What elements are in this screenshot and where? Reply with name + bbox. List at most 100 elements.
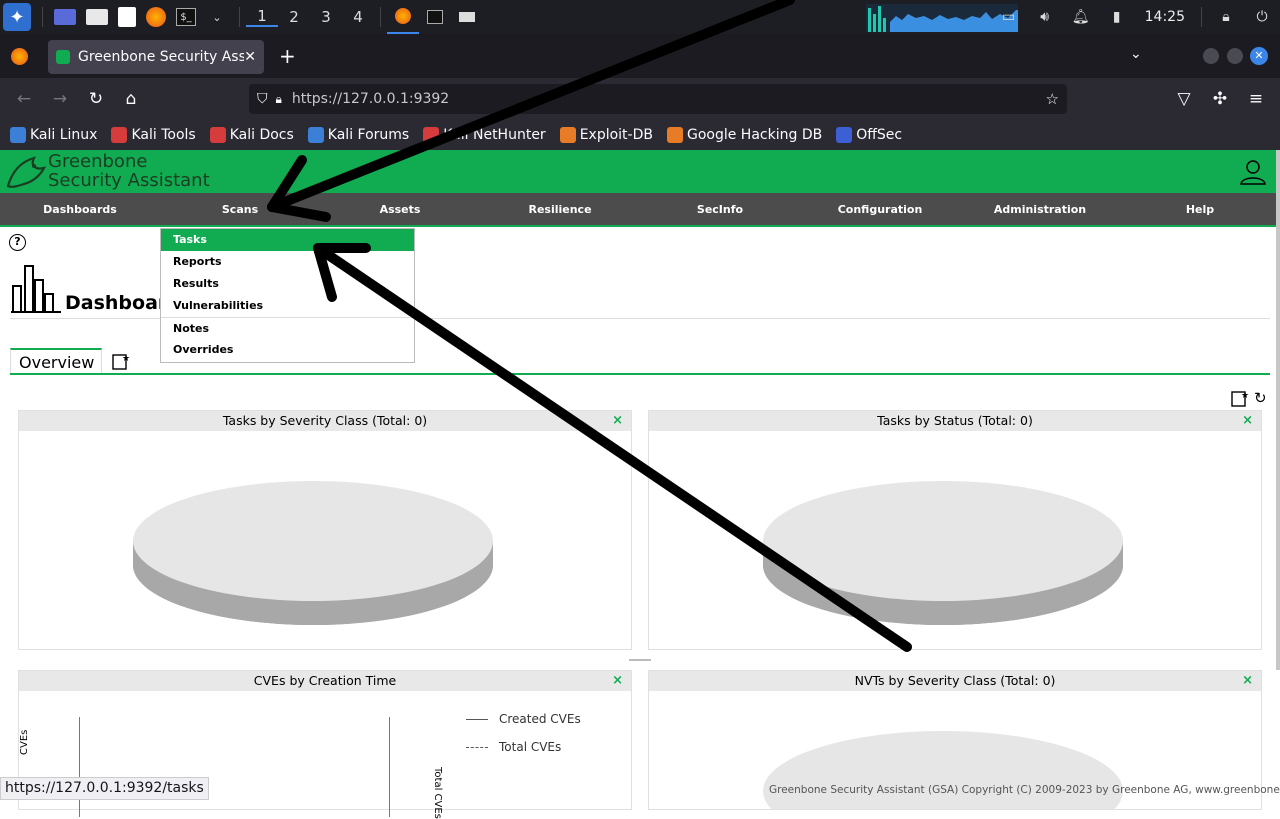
dashlet-header[interactable]: NVTs by Severity Class (Total: 0) × (649, 671, 1261, 691)
bookmark-item[interactable]: Kali NetHunter (423, 127, 546, 143)
close-dashlet-icon[interactable]: × (1242, 411, 1253, 431)
forward-button[interactable]: → (48, 87, 72, 111)
page-scrollbar[interactable] (1276, 150, 1280, 670)
menu-help[interactable]: Help (1120, 193, 1280, 227)
reset-dashboard-icon[interactable]: ↻ (1254, 389, 1267, 407)
tab-overview[interactable]: Overview (10, 348, 102, 374)
bookmark-item[interactable]: Kali Linux (10, 127, 97, 143)
file-manager-icon[interactable] (86, 9, 108, 25)
firefox-launcher-icon[interactable] (146, 7, 166, 27)
dashlet-tasks-by-severity: Tasks by Severity Class (Total: 0) × (18, 410, 632, 650)
hamburger-menu-icon[interactable]: ≡ (1244, 87, 1268, 111)
dashlet-header[interactable]: CVEs by Creation Time × (19, 671, 631, 691)
minimize-window-button[interactable] (1203, 48, 1219, 64)
lock-icon[interactable]: 🔒︎ (1215, 6, 1237, 28)
close-window-button[interactable]: ✕ (1250, 47, 1268, 65)
dropdown-item-reports[interactable]: Reports (161, 251, 414, 273)
clock[interactable]: 14:25 (1145, 9, 1185, 25)
bookmark-item[interactable]: Exploit-DB (559, 127, 653, 143)
bookmark-item[interactable]: Kali Docs (209, 127, 294, 143)
dropdown-item-tasks[interactable]: Tasks (161, 229, 414, 251)
workspace-3[interactable]: 3 (310, 8, 342, 26)
chevron-down-icon[interactable]: ⌄ (206, 6, 228, 28)
dropdown-item-notes[interactable]: Notes (161, 317, 414, 339)
greenbone-logo-icon[interactable] (4, 152, 48, 192)
bookmark-item[interactable]: OffSec (836, 127, 902, 143)
menu-resilience[interactable]: Resilience (480, 193, 640, 227)
bookmark-favicon-icon (836, 127, 853, 143)
extensions-icon[interactable]: ✣ (1208, 87, 1232, 111)
bookmark-item[interactable]: Google Hacking DB (666, 127, 822, 143)
legend-created-line (466, 719, 488, 720)
bookmark-favicon-icon (559, 127, 576, 143)
kali-menu-icon[interactable]: ✦ (3, 3, 31, 31)
dashlet-header[interactable]: Tasks by Status (Total: 0) × (649, 411, 1261, 431)
screen-icon[interactable]: ▭ (998, 6, 1020, 28)
empty-pie-chart (763, 481, 1123, 625)
maximize-window-button[interactable] (1227, 48, 1243, 64)
bell-icon[interactable]: 🔔︎ (1070, 6, 1092, 28)
close-tab-icon[interactable]: ✕ (244, 49, 256, 65)
dropdown-item-overrides[interactable]: Overrides (161, 339, 414, 361)
reload-button[interactable]: ↻ (84, 87, 108, 111)
pocket-icon[interactable]: ▽ (1172, 87, 1196, 111)
volume-icon[interactable]: 🔊︎ (1034, 6, 1056, 28)
taskbar-firefox-window[interactable] (387, 0, 419, 34)
shield-icon[interactable]: ⛉ (257, 91, 268, 107)
add-dashlet-icon[interactable]: ★ (1231, 389, 1249, 407)
menu-dashboards[interactable]: Dashboards (0, 193, 160, 227)
menu-configuration[interactable]: Configuration (800, 193, 960, 227)
taskbar-window-3[interactable] (451, 0, 483, 34)
home-button[interactable]: ⌂ (119, 87, 143, 111)
browser-tab-bar: Greenbone Security Assistant ✕ + ⌄ ✕ (0, 34, 1280, 78)
bookmark-label: Kali Tools (131, 127, 196, 143)
legend-created-label: Created CVEs (499, 712, 581, 726)
workspace-4[interactable]: 4 (342, 8, 374, 26)
y-axis-label-right: Total CVEs (432, 767, 443, 819)
new-tab-button[interactable]: + (279, 44, 296, 68)
terminal-launcher-icon[interactable]: $_ (176, 8, 196, 26)
show-desktop-icon[interactable] (54, 9, 76, 25)
tabs-divider (10, 373, 1270, 375)
close-dashlet-icon[interactable]: × (1242, 671, 1253, 691)
browser-nav-bar: ← → ↻ ⌂ ⛉ 🔒︎ https://127.0.0.1:9392 ☆ ▽ … (0, 78, 1280, 120)
dropdown-item-vulnerabilities[interactable]: Vulnerabilities (161, 295, 414, 317)
back-button[interactable]: ← (12, 87, 36, 111)
row-resize-handle[interactable] (629, 659, 651, 661)
help-icon[interactable]: ? (9, 234, 26, 251)
url-text[interactable]: https://127.0.0.1:9392 (292, 91, 449, 107)
bookmark-label: Kali Forums (327, 127, 410, 143)
close-dashlet-icon[interactable]: × (612, 671, 623, 691)
dashlet-header[interactable]: Tasks by Severity Class (Total: 0) × (19, 411, 631, 431)
dashlet-tasks-by-status: Tasks by Status (Total: 0) × (648, 410, 1262, 650)
menu-assets[interactable]: Assets (320, 193, 480, 227)
bookmark-item[interactable]: Kali Tools (111, 127, 196, 143)
gsa-logo-text[interactable]: Greenbone Security Assistant (48, 152, 210, 190)
gsa-main-menu: Dashboards Scans Assets Resilience SecIn… (0, 193, 1276, 227)
bookmark-favicon-icon (307, 127, 324, 143)
new-dashboard-icon[interactable]: ★ (112, 352, 130, 370)
menu-administration[interactable]: Administration (960, 193, 1120, 227)
workspace-2[interactable]: 2 (278, 8, 310, 26)
bookmark-star-icon[interactable]: ☆ (1046, 90, 1059, 108)
system-tray: ▭ 🔊︎ 🔔︎ ▮ 14:25 🔒︎ ⏻ (991, 0, 1280, 34)
dashlet-title: Tasks by Severity Class (Total: 0) (222, 413, 428, 428)
browser-tab-gsa[interactable]: Greenbone Security Assistant ✕ (48, 40, 264, 74)
firefox-view-icon[interactable] (11, 48, 28, 65)
bookmark-item[interactable]: Kali Forums (307, 127, 410, 143)
workspace-1[interactable]: 1 (246, 7, 278, 27)
menu-secinfo[interactable]: SecInfo (640, 193, 800, 227)
url-bar[interactable]: ⛉ 🔒︎ https://127.0.0.1:9392 ☆ (249, 84, 1067, 114)
power-icon[interactable]: ⏻ (1251, 6, 1273, 28)
list-tabs-icon[interactable]: ⌄ (1130, 46, 1142, 62)
taskbar-terminal-window[interactable] (419, 0, 451, 34)
close-dashlet-icon[interactable]: × (612, 411, 623, 431)
menu-scans[interactable]: Scans (160, 193, 320, 227)
link-status-url: https://127.0.0.1:9392/tasks (0, 777, 209, 800)
text-editor-icon[interactable] (118, 7, 136, 27)
lock-icon[interactable]: 🔒︎ (276, 92, 282, 107)
logo-line-1: Greenbone (48, 151, 148, 172)
user-menu-icon[interactable] (1239, 158, 1267, 186)
battery-icon[interactable]: ▮ (1106, 6, 1128, 28)
dropdown-item-results[interactable]: Results (161, 273, 414, 295)
